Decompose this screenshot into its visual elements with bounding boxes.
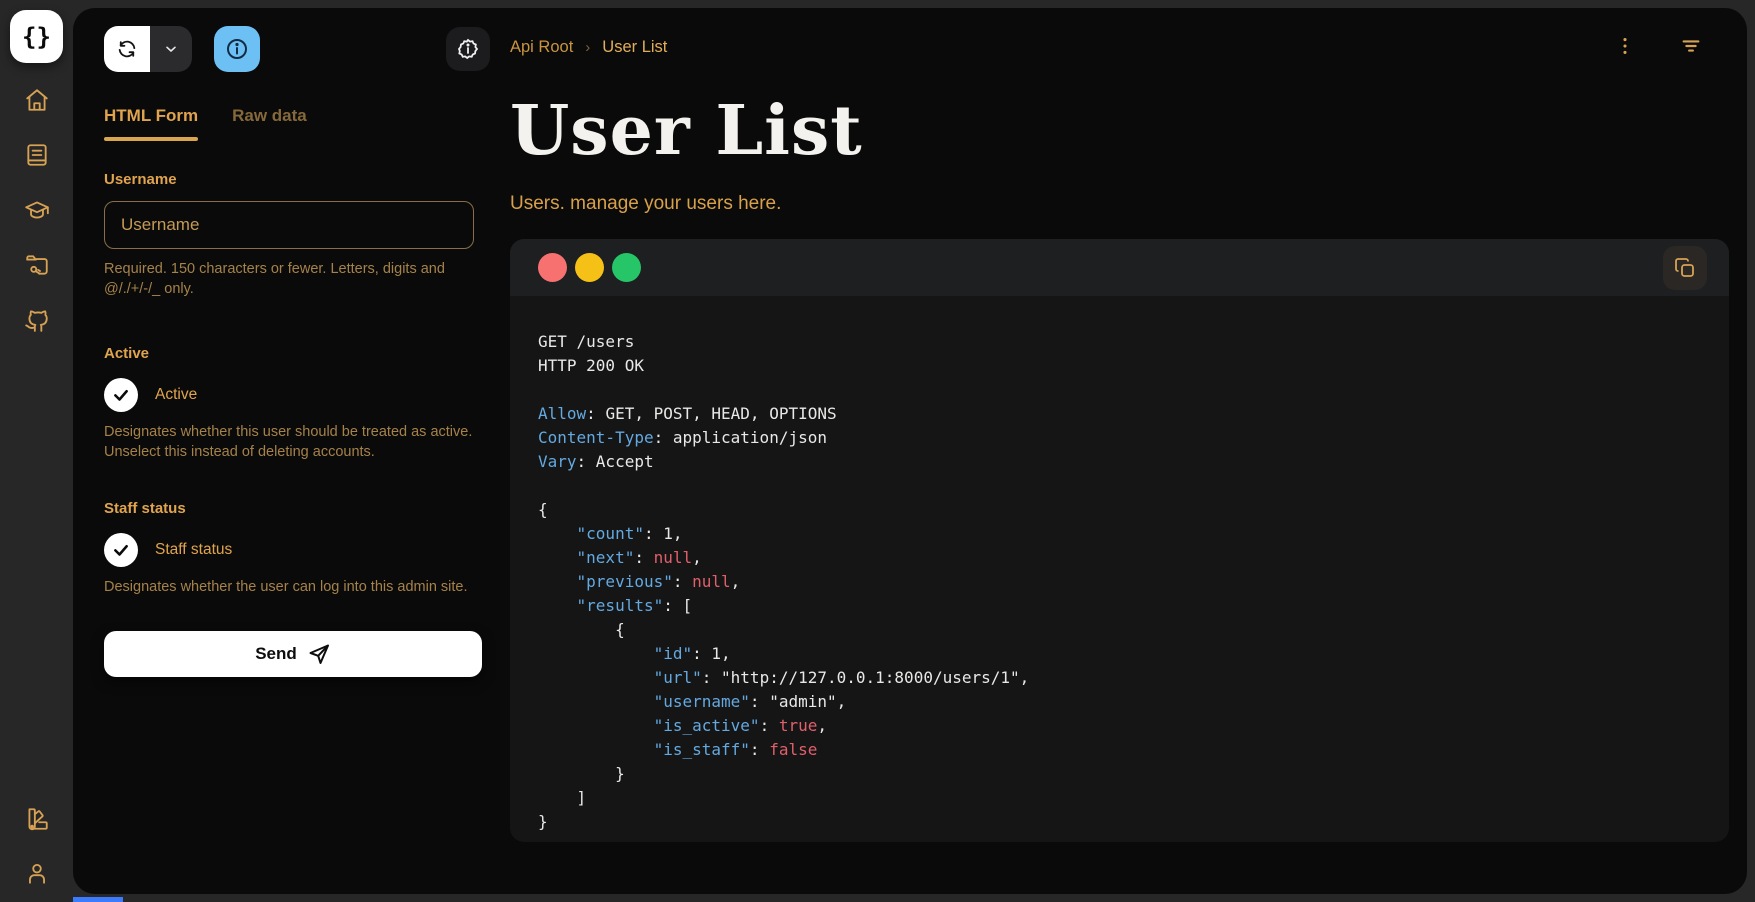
active-checkbox[interactable] [104,378,138,412]
send-icon [307,642,331,666]
form-panel: HTML Form Raw data Username Required. 15… [104,8,490,894]
folder-key-icon[interactable] [24,252,50,278]
window-dot-yellow [575,253,604,282]
code-line: "count": 1, [538,522,1701,546]
chevron-down-icon [163,41,179,57]
staff-status-label: Staff status [104,500,490,517]
staff-checkbox-label: Staff status [155,541,232,559]
tab-active-underline [104,137,198,141]
app-logo[interactable]: {} [10,10,63,63]
tab-raw-data-label: Raw data [232,106,307,125]
refresh-options-button[interactable] [150,26,192,72]
page-subtitle: Users. manage your users here. [510,193,1729,215]
home-icon[interactable] [24,87,50,113]
check-icon [112,541,130,559]
filter-icon[interactable] [1677,32,1705,60]
staff-checkbox-row[interactable]: Staff status [104,533,490,567]
code-line: { [538,498,1701,522]
badge-info-icon [456,37,480,61]
code-window-header [510,239,1729,296]
header-actions [1611,32,1705,60]
refresh-button[interactable] [104,26,150,72]
active-label: Active [104,345,490,362]
form-toolbar [104,26,490,72]
journal-icon[interactable] [24,142,50,168]
code-line [538,378,1701,402]
graduation-cap-icon[interactable] [24,197,50,223]
username-label: Username [104,171,490,188]
active-checkbox-row[interactable]: Active [104,378,490,412]
app-panel: HTML Form Raw data Username Required. 15… [73,8,1747,894]
response-code-card: GET /usersHTTP 200 OK Allow: GET, POST, H… [510,239,1729,842]
username-input[interactable] [104,201,474,249]
window-dot-green [612,253,641,282]
copy-button[interactable] [1663,246,1707,290]
code-line: GET /users [538,330,1701,354]
swatchbook-icon[interactable] [24,806,50,832]
code-line: "is_active": true, [538,714,1701,738]
code-line: "previous": null, [538,570,1701,594]
logo-braces: {} [22,23,51,51]
code-line: "url": "http://127.0.0.1:8000/users/1", [538,666,1701,690]
sidebar: {} [0,0,73,902]
info-button[interactable] [214,26,260,72]
bottom-accent-bar [73,897,123,902]
username-help: Required. 150 characters or fewer. Lette… [104,259,476,299]
code-line: "is_staff": false [538,738,1701,762]
check-icon [112,386,130,404]
code-line: Content-Type: application/json [538,426,1701,450]
form-tabs: HTML Form Raw data [104,106,490,141]
code-line: ] [538,786,1701,810]
badge-info-button[interactable] [446,27,490,71]
sidebar-nav [24,87,50,333]
code-line: "username": "admin", [538,690,1701,714]
staff-checkbox[interactable] [104,533,138,567]
code-line [538,474,1701,498]
kebab-menu-icon[interactable] [1611,32,1639,60]
code-line: "results": [ [538,594,1701,618]
code-line: } [538,762,1701,786]
breadcrumb-separator: › [585,39,590,56]
code-line: { [538,618,1701,642]
active-help: Designates whether this user should be t… [104,422,476,462]
github-icon[interactable] [24,307,50,333]
code-line: Allow: GET, POST, HEAD, OPTIONS [538,402,1701,426]
code-line: "id": 1, [538,642,1701,666]
tab-html-form[interactable]: HTML Form [104,106,198,141]
refresh-split-button [104,26,192,72]
send-button-label: Send [255,644,297,664]
tab-html-form-label: HTML Form [104,106,198,125]
code-line: HTTP 200 OK [538,354,1701,378]
code-line: Vary: Accept [538,450,1701,474]
info-circle-icon [225,37,249,61]
tab-raw-data[interactable]: Raw data [232,106,307,141]
http-response-body: GET /usersHTTP 200 OK Allow: GET, POST, H… [510,296,1729,842]
main-content: Api Root › User List User List Users. ma… [510,8,1729,894]
code-line: } [538,810,1701,834]
active-checkbox-label: Active [155,386,197,404]
sidebar-bottom [24,806,50,886]
copy-icon [1673,256,1697,280]
send-button[interactable]: Send [104,631,482,677]
staff-help: Designates whether the user can log into… [104,577,476,597]
window-dot-red [538,253,567,282]
code-line: "next": null, [538,546,1701,570]
page-title: User List [510,91,1729,171]
refresh-icon [116,38,138,60]
user-icon[interactable] [24,860,50,886]
breadcrumb: Api Root › User List [510,38,1729,57]
breadcrumb-api-root[interactable]: Api Root [510,38,573,57]
breadcrumb-user-list[interactable]: User List [602,38,667,57]
